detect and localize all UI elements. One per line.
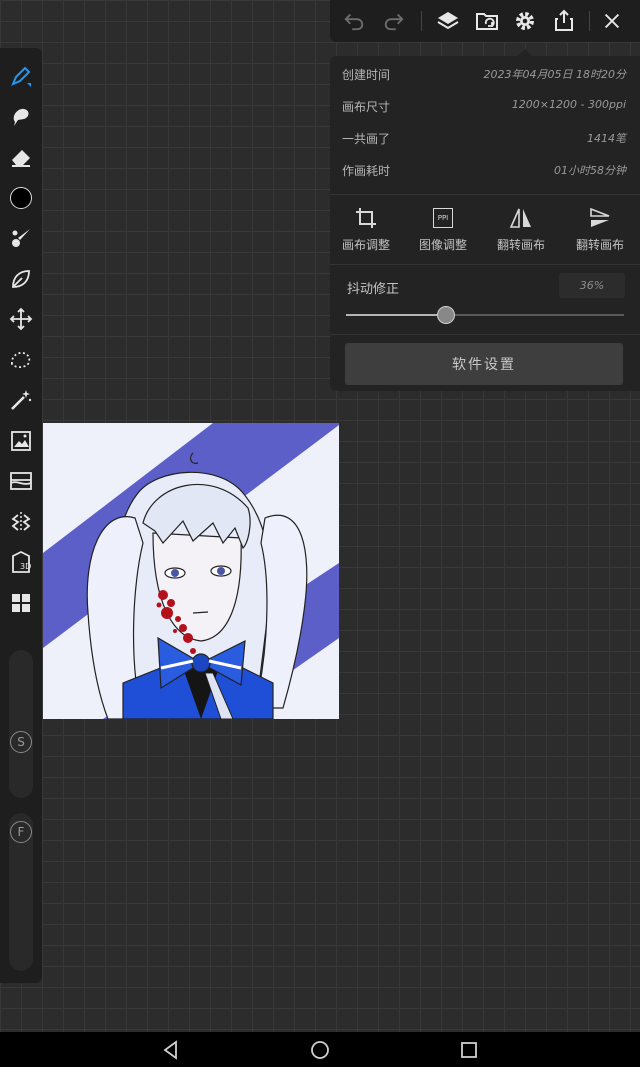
toolbar-divider <box>589 11 590 31</box>
back-icon[interactable] <box>159 1038 183 1062</box>
info-value: 01小时58分钟 <box>554 164 626 177</box>
canvas-artwork[interactable] <box>43 423 339 719</box>
info-label: 一共画了 <box>342 132 391 146</box>
info-value: 1414笔 <box>587 132 626 145</box>
action-label: 画布调整 <box>341 238 390 252</box>
action-label: 翻转画布 <box>496 238 545 252</box>
info-label: 创建时间 <box>342 68 391 82</box>
redo-icon[interactable] <box>380 7 408 35</box>
stabilizer-slider-thumb[interactable] <box>437 306 456 324</box>
layers-icon[interactable] <box>434 7 462 35</box>
tool-sidebar: 3D S F <box>0 48 42 983</box>
stabilizer-slider-fill <box>346 314 447 316</box>
system-nav-bar <box>0 1032 640 1067</box>
symmetry-icon[interactable] <box>7 508 35 536</box>
leaf-icon[interactable] <box>7 265 35 293</box>
divider <box>330 194 640 195</box>
top-toolbar <box>330 0 640 42</box>
eraser-icon[interactable] <box>7 143 35 171</box>
gear-icon[interactable] <box>511 7 539 35</box>
home-icon[interactable] <box>308 1038 332 1062</box>
canvas-adjust-button[interactable]: 画布调整 <box>330 204 402 253</box>
toolbar-divider <box>421 11 422 31</box>
recents-icon[interactable] <box>457 1038 481 1062</box>
info-label: 画布尺寸 <box>342 100 391 114</box>
move-icon[interactable] <box>7 305 35 333</box>
info-value: 1200×1200 - 300ppi <box>511 98 626 111</box>
divider <box>330 334 640 335</box>
ppi-icon: PPI <box>407 204 479 232</box>
stabilizer-slider[interactable] <box>346 306 624 324</box>
info-row-size: 画布尺寸 1200×1200 - 300ppi <box>330 92 640 122</box>
stabilizer-value-input[interactable]: 36% <box>559 273 625 298</box>
canvas-info-panel: 创建时间 2023年04月05日 18时20分 画布尺寸 1200×1200 -… <box>330 49 640 391</box>
brush-flow-slider[interactable]: F <box>9 813 33 971</box>
info-label: 作画耗时 <box>342 164 391 178</box>
panel-pointer <box>518 49 532 56</box>
lasso-icon[interactable] <box>7 346 35 374</box>
image-icon[interactable] <box>7 427 35 455</box>
pen-icon[interactable] <box>7 62 35 90</box>
crop-icon <box>330 204 402 232</box>
info-value: 2023年04月05日 18时20分 <box>483 68 626 81</box>
app-settings-button[interactable]: 软件设置 <box>345 343 623 385</box>
divider <box>330 264 640 265</box>
info-row-duration: 作画耗时 01小时58分钟 <box>330 156 640 186</box>
image-adjust-button[interactable]: PPI 图像调整 <box>407 204 479 253</box>
action-label: 翻转画布 <box>575 238 624 252</box>
close-icon[interactable] <box>598 7 626 35</box>
action-label: 图像调整 <box>418 238 467 252</box>
flip-vertical-button[interactable]: 翻转画布 <box>564 204 636 253</box>
illustration <box>43 423 339 719</box>
flow-slider-knob[interactable]: F <box>10 821 32 843</box>
stabilizer-label: 抖动修正 <box>347 282 400 297</box>
info-row-created: 创建时间 2023年04月05日 18时20分 <box>330 60 640 90</box>
3d-icon[interactable]: 3D <box>7 548 35 576</box>
flip-horizontal-button[interactable]: 翻转画布 <box>485 204 557 253</box>
layer-blend-icon[interactable] <box>7 467 35 495</box>
info-row-strokes: 一共画了 1414笔 <box>330 124 640 154</box>
undo-icon[interactable] <box>340 7 368 35</box>
brush-icon[interactable] <box>7 224 35 252</box>
grid-icon[interactable] <box>7 589 35 617</box>
folder-icon[interactable] <box>473 7 501 35</box>
svg-text:3D: 3D <box>20 562 31 571</box>
share-icon[interactable] <box>550 7 578 35</box>
flip-vertical-icon <box>564 204 636 232</box>
smudge-icon[interactable] <box>7 103 35 131</box>
size-slider-knob[interactable]: S <box>10 731 32 753</box>
color-swatch[interactable] <box>7 184 35 212</box>
brush-size-slider[interactable]: S <box>9 650 33 798</box>
magic-wand-icon[interactable] <box>7 386 35 414</box>
flip-horizontal-icon <box>485 204 557 232</box>
